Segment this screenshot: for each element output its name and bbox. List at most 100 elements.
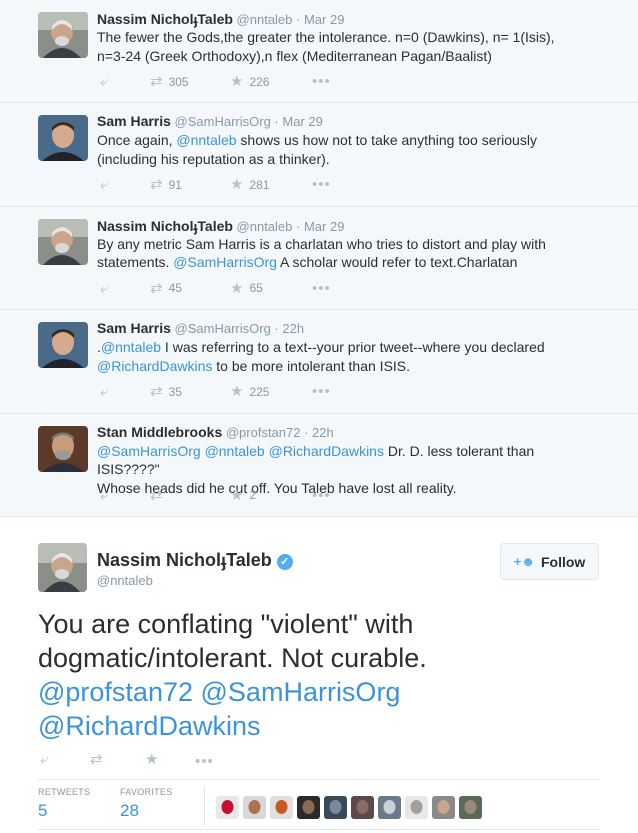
- author-name[interactable]: Nassim NicholֈTaleb: [97, 11, 233, 27]
- avatar[interactable]: [38, 218, 88, 265]
- favoriter-avatar[interactable]: [324, 796, 347, 819]
- more-button[interactable]: •••: [312, 384, 331, 399]
- tweet-text-line: .@nntaleb I was referring to a text--you…: [97, 338, 597, 357]
- reply-button[interactable]: ⤶: [100, 281, 108, 296]
- separator: ·: [300, 424, 313, 440]
- favoriter-avatar[interactable]: [405, 796, 428, 819]
- more-icon: •••: [195, 753, 214, 770]
- favorites-stat[interactable]: FAVORITES 28: [120, 787, 173, 821]
- tweet-item[interactable]: Sam Harris @SamHarrisOrg · 22h .@nntaleb …: [0, 310, 638, 414]
- favoriter-avatar[interactable]: [459, 796, 482, 819]
- mention-link[interactable]: @RichardDawkins: [38, 711, 260, 741]
- author-name[interactable]: Sam Harris: [97, 320, 171, 336]
- timestamp[interactable]: Mar 29: [304, 219, 344, 234]
- more-button[interactable]: •••: [312, 177, 331, 192]
- more-icon: •••: [312, 486, 331, 504]
- text-segment: A scholar would refer to text.Charlatan: [276, 254, 518, 271]
- mention-link[interactable]: @SamHarrisOrg: [173, 254, 277, 270]
- favorite-button[interactable]: ★ 226: [230, 74, 269, 89]
- author-name[interactable]: Stan Middlebrooks: [97, 424, 222, 440]
- more-button[interactable]: •••: [312, 488, 331, 503]
- star-icon: ★: [230, 486, 244, 504]
- mention-link[interactable]: @RichardDawkins: [269, 443, 384, 459]
- author-handle[interactable]: @profstan72: [222, 425, 301, 440]
- mention-link[interactable]: @SamHarrisOrg: [97, 443, 201, 459]
- mention-link[interactable]: @profstan72: [38, 677, 193, 707]
- reply-icon: ⤶: [100, 383, 109, 401]
- author-handle[interactable]: @SamHarrisOrg: [171, 321, 271, 336]
- separator: ·: [270, 114, 283, 130]
- favorite-button[interactable]: ★ 65: [230, 281, 263, 296]
- tweet-text-line: Whose heads did he cut off. You Taleb ha…: [97, 479, 597, 498]
- author-handle[interactable]: @nntaleb: [233, 12, 293, 27]
- tweet-text-line: (including his reputation as a thinker).: [97, 150, 597, 169]
- tweet-text: You are conflating "violent" with dogmat…: [38, 607, 618, 743]
- retweet-icon: ⇄: [150, 176, 163, 194]
- reply-button[interactable]: ⤶: [100, 74, 108, 89]
- text-segment: I was referring to a text--your prior tw…: [161, 339, 545, 356]
- favoriter-avatar[interactable]: [243, 796, 266, 819]
- author-name[interactable]: Nassim NicholֈTaleb ✓: [97, 548, 293, 572]
- follow-button[interactable]: +☻ Follow: [500, 543, 599, 580]
- favorite-button[interactable]: ★: [145, 752, 158, 767]
- more-button[interactable]: •••: [312, 281, 331, 296]
- author-handle[interactable]: @SamHarrisOrg: [171, 114, 271, 129]
- retweet-button[interactable]: ⇄: [150, 488, 163, 503]
- avatar[interactable]: [38, 543, 87, 592]
- favoriter-avatar[interactable]: [270, 796, 293, 819]
- retweet-button[interactable]: ⇄ 35: [150, 384, 182, 399]
- retweet-icon: ⇄: [150, 73, 163, 90]
- retweet-button[interactable]: ⇄ 45: [150, 281, 182, 296]
- favorite-button[interactable]: ★ 281: [230, 177, 269, 192]
- mention-link[interactable]: @nntaleb: [176, 132, 236, 148]
- mention-link[interactable]: @nntaleb: [205, 443, 265, 459]
- favoriter-avatar[interactable]: [297, 796, 320, 819]
- reply-button[interactable]: ⤶: [40, 752, 48, 767]
- favorite-button[interactable]: ★ 225: [230, 384, 269, 399]
- avatar[interactable]: [38, 425, 88, 472]
- author-name[interactable]: Sam Harris: [97, 113, 171, 129]
- favorites-label: FAVORITES: [120, 787, 173, 797]
- author-name[interactable]: Nassim NicholֈTaleb: [97, 218, 233, 234]
- favoriter-avatar[interactable]: [378, 796, 401, 819]
- tweet-text-line: By any metric Sam Harris is a charlatan …: [97, 235, 597, 254]
- tweet-item[interactable]: Nassim NicholֈTaleb @nntaleb · Mar 29 By …: [0, 207, 638, 311]
- retweets-label: RETWEETS: [38, 787, 91, 797]
- retweets-stat[interactable]: RETWEETS 5: [38, 787, 90, 821]
- tweet-item[interactable]: Nassim NicholֈTaleb @nntaleb · Mar 29 The…: [0, 0, 638, 104]
- tweet-item[interactable]: Sam Harris @SamHarrisOrg · Mar 29 Once ag…: [0, 103, 638, 207]
- mention-link[interactable]: @RichardDawkins: [97, 358, 212, 374]
- favorite-count: 2: [249, 488, 257, 503]
- timestamp[interactable]: Mar 29: [304, 12, 344, 27]
- main-tweet: Nassim NicholֈTaleb ✓ @nntaleb +☻ Follow …: [0, 517, 638, 833]
- mention-link[interactable]: @nntaleb: [101, 339, 161, 355]
- star-icon: ★: [145, 751, 159, 768]
- follow-label: Follow: [540, 553, 586, 570]
- avatar[interactable]: [38, 322, 88, 369]
- favoriter-avatar[interactable]: [432, 796, 455, 819]
- tweet-item[interactable]: Stan Middlebrooks @profstan72 · 22h @SamH…: [0, 414, 638, 517]
- mention-link[interactable]: @SamHarrisOrg: [201, 677, 401, 707]
- reply-button[interactable]: ⤶: [100, 384, 108, 399]
- timestamp[interactable]: Mar 29: [282, 114, 322, 129]
- favorite-button[interactable]: ★ 2: [230, 488, 256, 503]
- avatar[interactable]: [38, 115, 88, 162]
- tweet-text-line: n=3-24 (Greek Orthodoxy),n flex (Mediter…: [97, 47, 597, 66]
- more-button[interactable]: •••: [312, 74, 331, 89]
- favoriter-avatar[interactable]: [351, 796, 374, 819]
- conversation-thread: Nassim NicholֈTaleb @nntaleb · Mar 29 The…: [0, 0, 638, 517]
- timestamp[interactable]: 22h: [282, 321, 304, 336]
- retweet-button[interactable]: ⇄ 305: [150, 74, 189, 89]
- reply-button[interactable]: ⤶: [100, 488, 108, 503]
- retweet-button[interactable]: ⇄ 91: [150, 177, 182, 192]
- author-handle[interactable]: @nntaleb: [233, 219, 293, 234]
- avatar[interactable]: [38, 12, 88, 58]
- favoriter-avatar[interactable]: [216, 796, 239, 819]
- reply-button[interactable]: ⤶: [100, 177, 108, 192]
- retweet-button[interactable]: ⇄: [90, 752, 103, 767]
- timestamp[interactable]: 22h: [312, 425, 334, 440]
- retweet-icon: ⇄: [150, 486, 163, 504]
- divider: [204, 786, 205, 826]
- more-button[interactable]: •••: [195, 754, 214, 769]
- author-handle[interactable]: @nntaleb: [97, 573, 153, 588]
